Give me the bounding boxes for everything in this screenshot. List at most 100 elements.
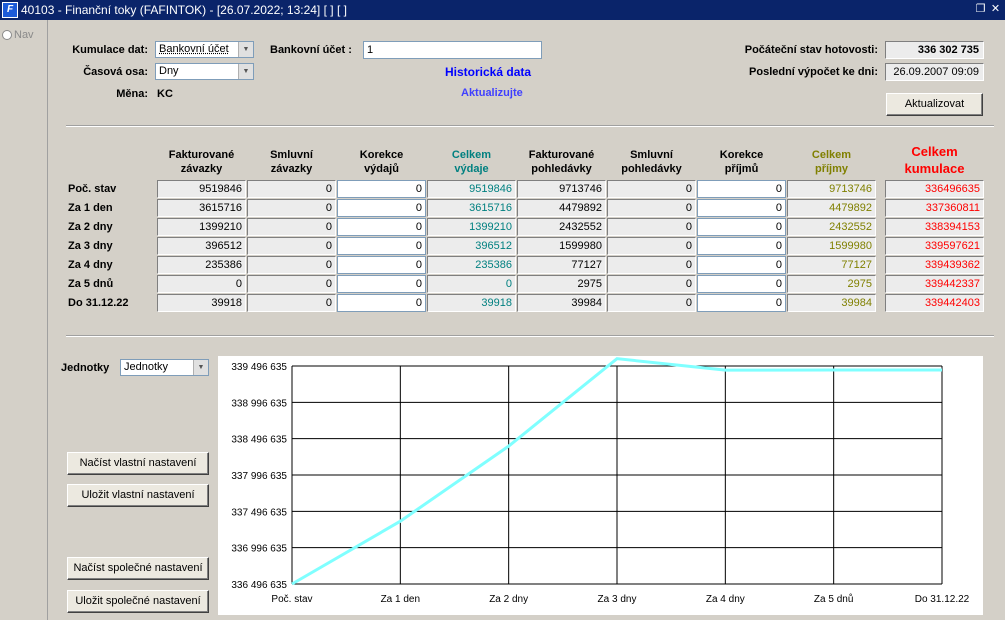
table-cell: 337360811 [885,199,984,217]
load-shared-settings-button[interactable]: Načíst společné nastavení [67,557,209,580]
table-cell: 0 [247,275,336,293]
table-cell: 235386 [427,256,516,274]
y-tick-label: 336 496 635 [231,580,287,591]
table-cell: 1599980 [517,237,606,255]
chart-svg: 339 496 635 338 996 635 338 496 635 337 996… [231,357,970,605]
table-cell: 77127 [787,256,876,274]
table-cell: 0 [427,275,516,293]
mena-label: Měna: [116,88,148,100]
table-cell: 39918 [157,294,246,312]
table-cell: 9519846 [427,180,516,198]
table-cell[interactable]: 0 [337,180,426,198]
table-cell[interactable]: 0 [337,256,426,274]
table-cell: 1599980 [787,237,876,255]
nav-button[interactable]: Nav [2,29,34,41]
row-label: Za 2 dny [68,221,113,233]
col-header: Celkem příjmy [811,149,852,175]
col-header: Korekce výdajů [359,149,404,175]
table-cell: 0 [247,199,336,217]
aktualizujte-text: Aktualizujte [461,87,523,99]
chevron-down-icon[interactable]: ▼ [238,64,253,79]
aktualizovat-button[interactable]: Aktualizovat [886,93,983,116]
table-cell: 0 [607,218,696,236]
table-cell: 0 [607,275,696,293]
nav-label: Nav [14,29,34,41]
table-cell: 3615716 [157,199,246,217]
table-cell[interactable]: 0 [337,237,426,255]
units-value: Jednotky [124,361,169,373]
table-cell[interactable]: 0 [697,218,786,236]
table-cell[interactable]: 0 [337,218,426,236]
table-cell[interactable]: 0 [337,275,426,293]
save-own-settings-button[interactable]: Uložit vlastní nastavení [67,484,209,507]
table-cell: 1399210 [427,218,516,236]
table-cell: 39984 [517,294,606,312]
osa-select[interactable]: Dny ▼ [155,63,254,80]
divider [66,335,994,337]
table-cell: 0 [247,237,336,255]
y-tick-label: 339 496 635 [231,362,287,373]
table-cell: 235386 [157,256,246,274]
table-cell: 339439362 [885,256,984,274]
row-label: Za 1 den [68,202,113,214]
y-tick-label: 337 496 635 [231,507,287,518]
table-cell[interactable]: 0 [337,199,426,217]
divider [66,125,994,127]
y-tick-label: 338 996 635 [231,398,287,409]
table-cell: 338394153 [885,218,984,236]
y-tick-label: 337 996 635 [231,471,287,482]
kumulace-select[interactable]: Bankovní účet ▼ [155,41,254,58]
cumulation-chart: 339 496 635 338 996 635 338 496 635 337 996… [218,356,983,615]
table-cell: 9519846 [157,180,246,198]
title-bar: F 40103 - Finanční toky (FAFINTOK) - [26… [0,0,1005,20]
table-cell[interactable]: 0 [337,294,426,312]
historicka-data: Historická data [445,65,532,79]
table-cell[interactable]: 0 [697,180,786,198]
row-label: Za 5 dnů [68,278,114,290]
table-cell: 4479892 [517,199,606,217]
col-header: Celkem výdaje [451,149,492,175]
row-label: Poč. stav [68,183,117,195]
chevron-down-icon[interactable]: ▼ [238,42,253,57]
table-cell[interactable]: 0 [697,237,786,255]
table-cell: 9713746 [787,180,876,198]
save-shared-settings-button[interactable]: Uložit společné nastavení [67,590,209,613]
table-cell: 1399210 [157,218,246,236]
kumulace-label: Kumulace dat: [72,44,148,56]
col-header: Korekce příjmů [719,149,764,175]
table-cell: 2432552 [517,218,606,236]
vypocet-value: 26.09.2007 09:09 [885,63,984,81]
row-label: Do 31.12.22 [68,297,129,309]
table-cell: 339442403 [885,294,984,312]
units-label: Jednotky [61,362,110,374]
table-cell[interactable]: 0 [697,256,786,274]
units-select[interactable]: Jednotky ▼ [120,359,209,376]
col-header: Smluvní pohledávky [621,149,682,175]
table-cell[interactable]: 0 [697,199,786,217]
table-cell: 336496635 [885,180,984,198]
table-cell: 0 [247,256,336,274]
x-tick-label: Za 3 dny [598,594,637,605]
table-cell: 0 [607,294,696,312]
table-cell: 0 [157,275,246,293]
table-cell: 396512 [427,237,516,255]
table-cell[interactable]: 0 [697,275,786,293]
col-header: Fakturované pohledávky [528,149,595,175]
close-icon[interactable]: ✕ [989,3,1002,16]
chevron-down-icon[interactable]: ▼ [193,360,208,375]
table-cell: 39984 [787,294,876,312]
stav-label: Počáteční stav hotovosti: [744,44,878,56]
table-cell[interactable]: 0 [697,294,786,312]
x-tick-label: Za 1 den [381,594,420,605]
table-cell: 396512 [157,237,246,255]
osa-label: Časová osa: [83,66,148,78]
ucet-input[interactable]: 1 [363,41,542,59]
restore-icon[interactable]: ❐ [974,3,987,16]
table-cell: 0 [607,199,696,217]
load-own-settings-button[interactable]: Načíst vlastní nastavení [67,452,209,475]
x-tick-label: Do 31.12.22 [915,594,970,605]
row-label: Za 3 dny [68,240,113,252]
table-cell: 0 [247,218,336,236]
table-cell: 0 [607,256,696,274]
table-cell: 4479892 [787,199,876,217]
